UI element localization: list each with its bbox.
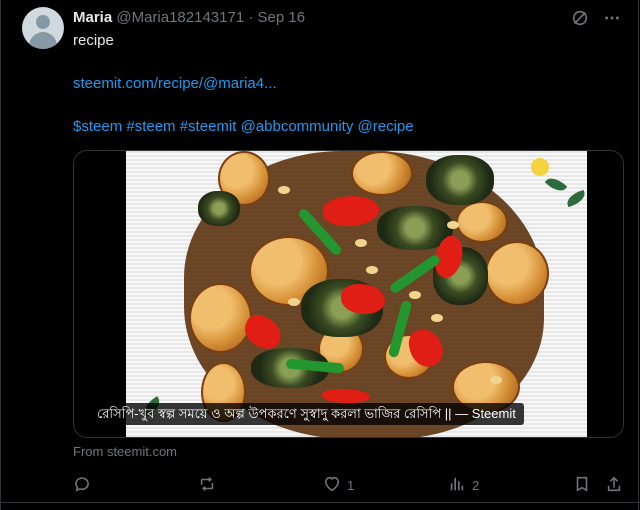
views-button[interactable]: 2	[448, 474, 479, 496]
peanut	[278, 186, 290, 194]
peanut	[288, 298, 300, 306]
separator-dot: ·	[248, 9, 258, 26]
tweet-actions: 1 2	[73, 474, 623, 496]
media-card[interactable]: রেসিপি-খুব স্বল্প সময়ে ও অল্প উপকরণে সু…	[73, 150, 624, 438]
header-actions	[570, 8, 622, 28]
like-count: 1	[347, 477, 355, 493]
retweet-icon	[197, 475, 217, 496]
grok-icon[interactable]	[570, 8, 590, 28]
peanut	[431, 314, 443, 322]
bookmark-icon	[573, 475, 591, 496]
retweet-button[interactable]	[197, 474, 217, 496]
author-name[interactable]: Maria	[73, 9, 112, 26]
tweet-text: recipe	[73, 32, 114, 49]
like-icon	[323, 475, 341, 496]
bottom-divider	[0, 502, 640, 503]
source-link[interactable]: From steemit.com	[73, 444, 177, 459]
peanut	[490, 376, 502, 384]
red-pepper	[322, 389, 370, 403]
left-divider	[0, 0, 1, 510]
bitter-gourd-slice	[426, 155, 494, 205]
potato-slice	[351, 151, 413, 196]
share-icon	[605, 475, 623, 496]
more-icon[interactable]	[602, 8, 622, 28]
avatar-body	[29, 32, 57, 49]
avatar[interactable]	[22, 7, 64, 49]
peanut	[447, 221, 459, 229]
peanut	[355, 239, 367, 247]
tweet-header: Maria @Maria182143171 · Sep 16	[73, 8, 305, 28]
reply-icon	[73, 475, 91, 496]
recipe-photo	[126, 151, 587, 437]
post-date[interactable]: Sep 16	[258, 9, 306, 26]
tweet-link[interactable]: steemit.com/recipe/@maria4...	[73, 74, 277, 94]
author-handle[interactable]: @Maria182143171	[116, 9, 244, 26]
share-button[interactable]	[605, 474, 623, 496]
flower-decoration	[531, 158, 549, 176]
reply-button[interactable]	[73, 474, 91, 496]
potato-slice	[485, 241, 549, 306]
like-button[interactable]: 1	[323, 474, 354, 496]
bitter-gourd-slice	[198, 191, 240, 226]
media-caption[interactable]: রেসিপি-খুব স্বল্প সময়ে ও অল্প উপকরণে সু…	[89, 403, 524, 425]
potato-slice	[189, 283, 252, 353]
bookmark-button[interactable]	[573, 474, 591, 496]
avatar-head	[36, 15, 50, 29]
peanut	[409, 291, 421, 299]
views-icon	[448, 475, 466, 496]
tweet-tags[interactable]: $steem #steem #steemit @abbcommunity @re…	[73, 117, 414, 137]
right-divider	[638, 0, 639, 510]
peanut	[366, 266, 378, 274]
view-count: 2	[472, 477, 480, 493]
potato-slice	[456, 201, 508, 243]
